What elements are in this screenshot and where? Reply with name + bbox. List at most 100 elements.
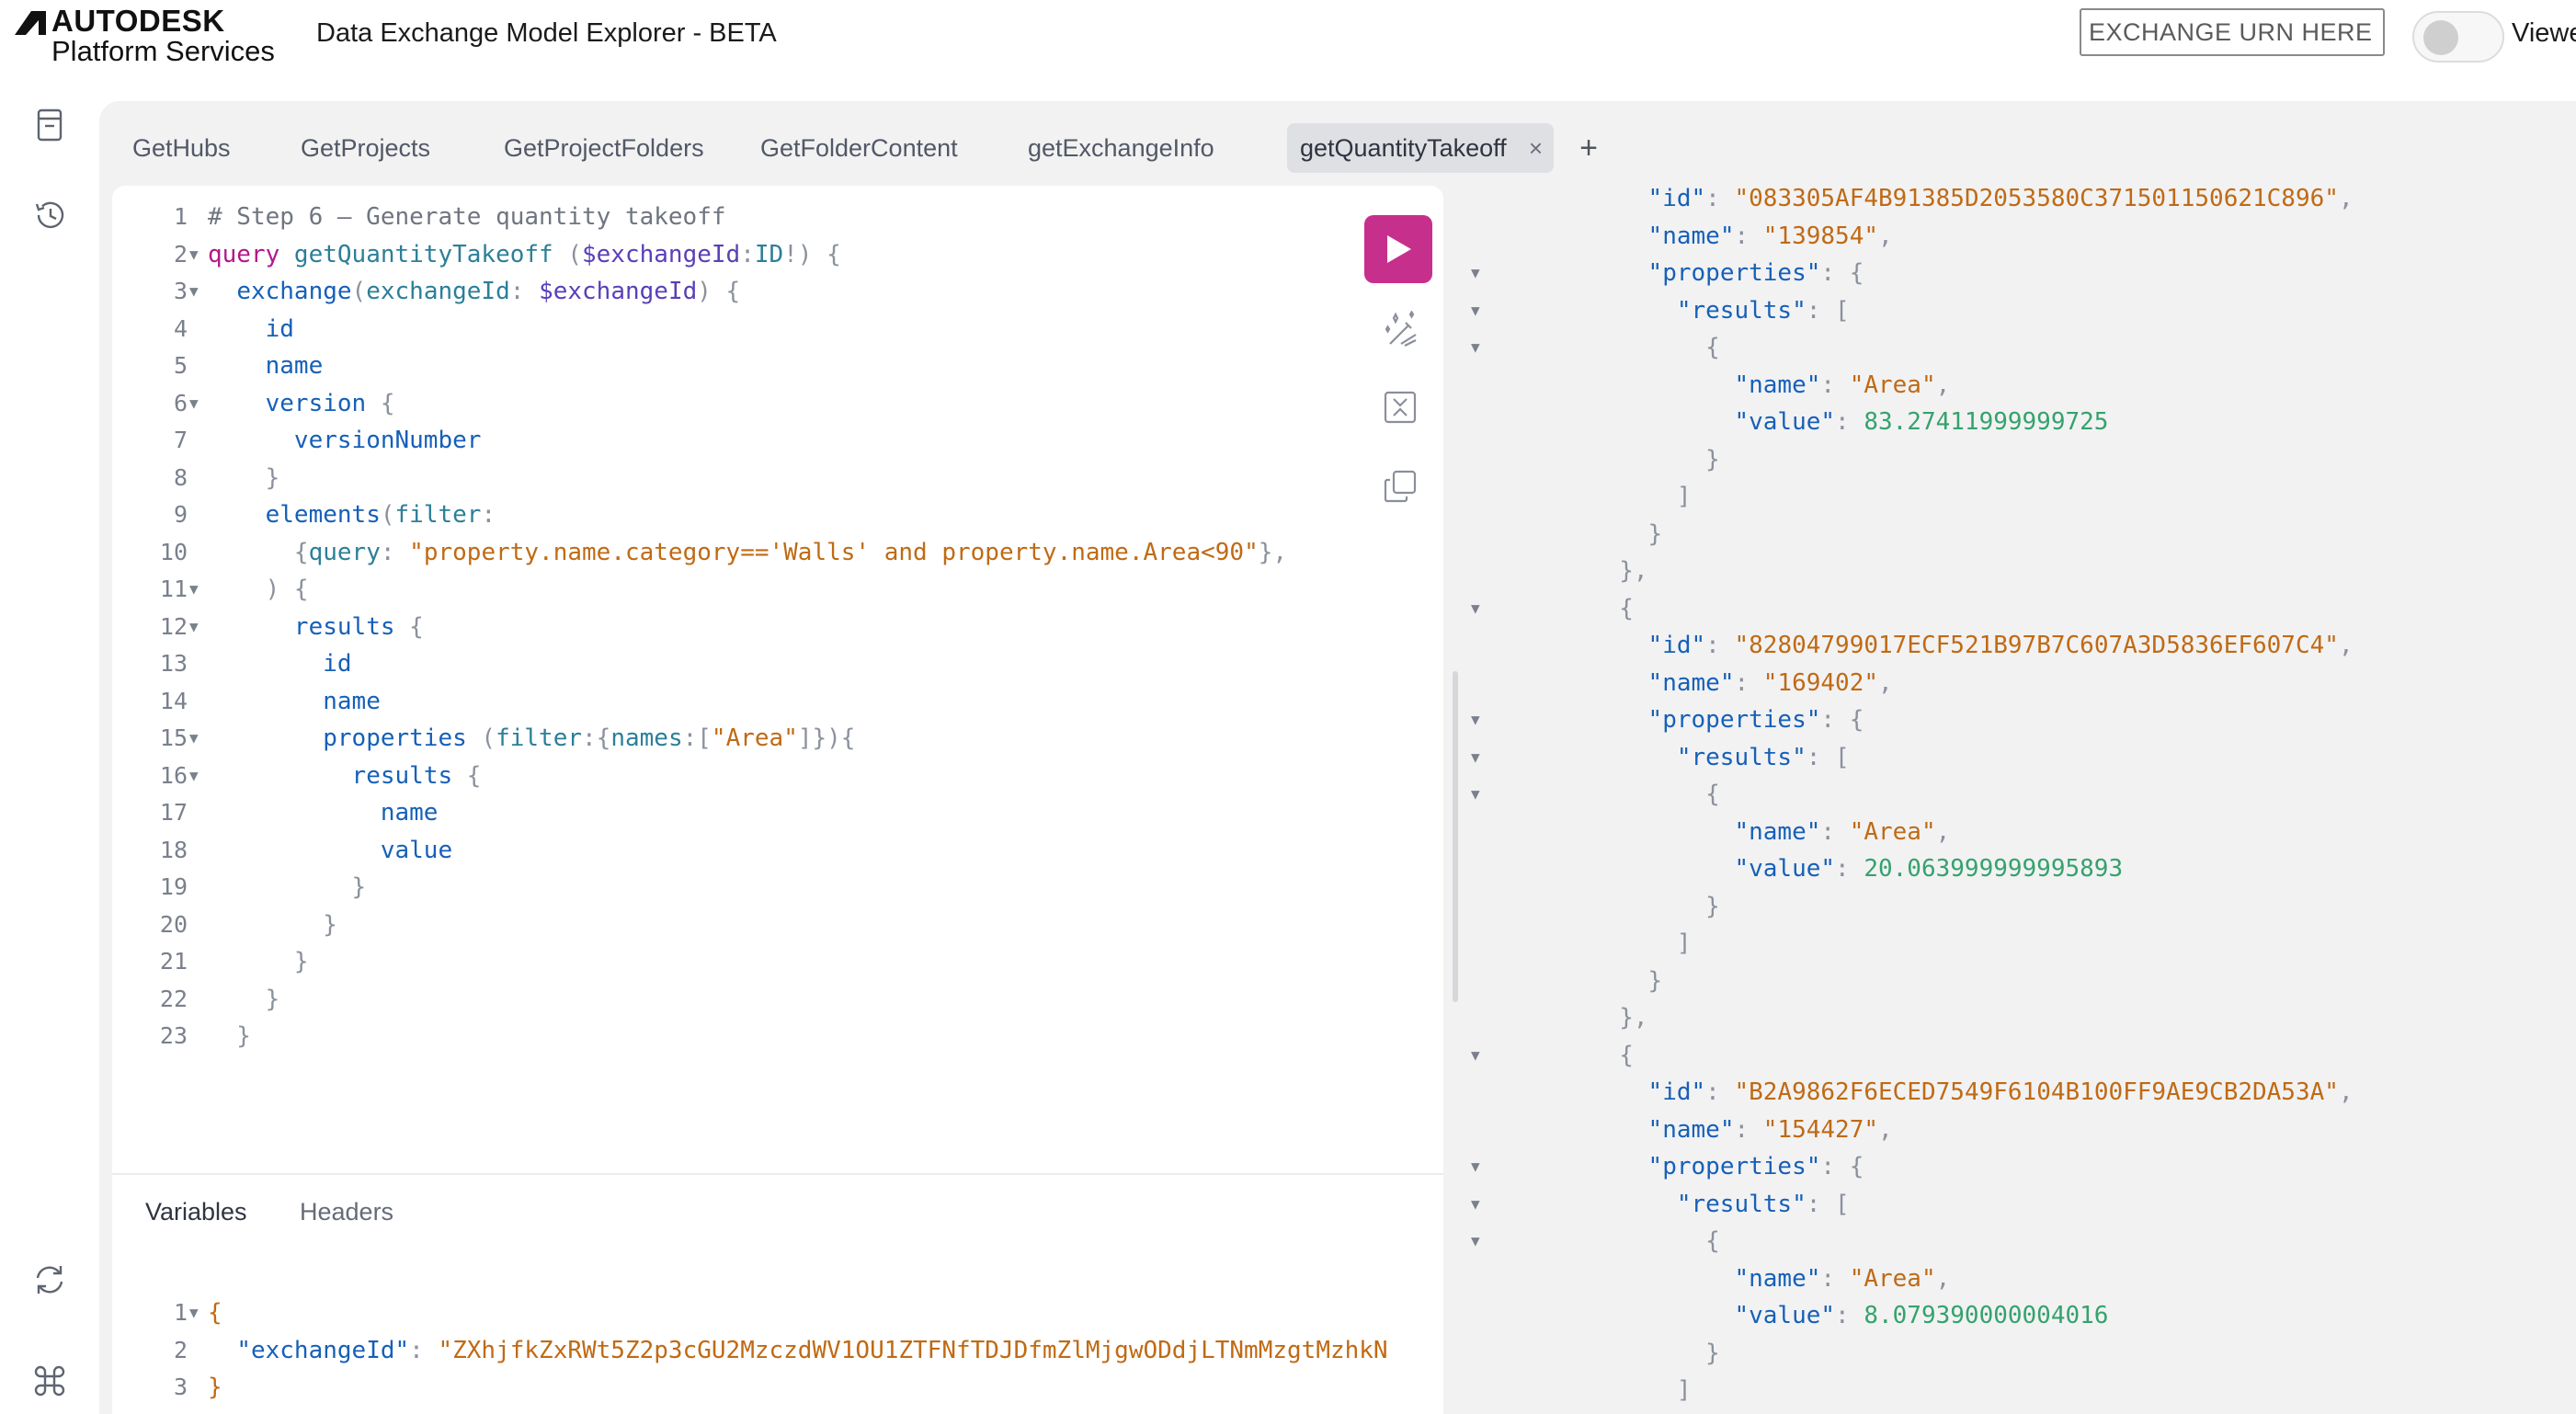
fold-toggle-icon[interactable]: ▼	[189, 236, 208, 274]
code-token: "B2A9862F6ECED7549F6104B100FF9AE9CB2DA53…	[1734, 1078, 2339, 1106]
line-text: versionNumber	[208, 422, 482, 460]
code-token: "id"	[1647, 1078, 1706, 1106]
code-line: 19 }	[112, 869, 1307, 907]
line-number: 4	[173, 314, 188, 342]
tab-getfoldercontent[interactable]: GetFolderContent	[747, 123, 971, 173]
result-line: }	[1471, 888, 2574, 926]
fold-toggle-icon[interactable]: ▼	[1471, 701, 1489, 739]
line-text: "properties": {	[1504, 701, 1864, 739]
code-token: "results"	[1676, 1190, 1807, 1218]
line-text: results {	[208, 609, 424, 646]
line-text: properties (filter:{names:["Area"]}){	[208, 720, 855, 758]
code-token: },	[1504, 1004, 1648, 1032]
refresh-icon[interactable]	[31, 1261, 68, 1298]
line-text: "properties": {	[1504, 255, 1864, 292]
result-line: "value": 8.079390000004016	[1471, 1297, 2574, 1335]
line-text: ]	[1504, 478, 1692, 516]
code-token: }	[208, 1374, 222, 1401]
tab-label: getQuantityTakeoff	[1300, 134, 1507, 162]
code-token: }	[1504, 519, 1663, 548]
merge-fragments-button[interactable]	[1381, 388, 1419, 427]
tab-variables[interactable]: Variables	[145, 1184, 247, 1239]
result-line: "name": "Area",	[1471, 1260, 2574, 1298]
fold-toggle-icon[interactable]: ▼	[189, 720, 208, 758]
run-query-button[interactable]	[1364, 215, 1432, 283]
document-icon[interactable]	[31, 107, 68, 143]
code-token: },	[1258, 538, 1288, 566]
result-line: }	[1471, 1335, 2574, 1373]
line-text: }	[208, 869, 367, 907]
fold-toggle-icon[interactable]: ▼	[1471, 1148, 1489, 1186]
fold-toggle-icon[interactable]: ▼	[189, 1294, 208, 1332]
code-token: :	[1705, 185, 1735, 212]
fold-toggle-icon[interactable]: ▼	[189, 385, 208, 423]
code-line: 18 value	[112, 832, 1307, 870]
history-icon[interactable]	[31, 197, 68, 234]
code-token: results	[293, 612, 395, 641]
code-token: "properties"	[1647, 1153, 1821, 1180]
fold-toggle-icon[interactable]: ▼	[1471, 776, 1489, 814]
result-line: },	[1471, 553, 2574, 590]
code-token: name	[323, 687, 381, 715]
code-token: :	[1820, 1264, 1850, 1293]
fold-toggle-icon[interactable]: ▼	[1471, 255, 1489, 292]
command-icon[interactable]	[31, 1363, 68, 1399]
query-editor[interactable]: 1 # Step 6 – Generate quantity takeoff 2 ▼ q…	[112, 199, 1307, 1055]
result-line: }	[1471, 963, 2574, 1000]
fold-toggle-icon[interactable]: ▼	[1471, 1223, 1489, 1260]
line-text: "name": "169402",	[1504, 665, 1893, 702]
add-tab-button[interactable]: +	[1570, 123, 1607, 173]
code-token: "id"	[1647, 185, 1706, 212]
tab-gethubs[interactable]: GetHubs	[120, 123, 244, 173]
prettify-button[interactable]	[1381, 310, 1419, 349]
fold-toggle-icon[interactable]: ▼	[1471, 1037, 1489, 1075]
code-line: 7 versionNumber	[112, 422, 1307, 460]
code-token: 20.063999999995893	[1864, 855, 2124, 883]
exchange-urn-input[interactable]	[2080, 8, 2385, 56]
code-line: 9 elements(filter:	[112, 496, 1307, 534]
fold-toggle-icon[interactable]: ▼	[189, 571, 208, 609]
fold-toggle-icon[interactable]: ▼	[189, 609, 208, 646]
tab-headers[interactable]: Headers	[300, 1184, 393, 1239]
code-token: "Area"	[1849, 817, 1936, 846]
line-text: }	[1504, 1335, 1720, 1373]
pane-resize-handle[interactable]	[1453, 671, 1458, 1002]
code-token: :	[1820, 371, 1850, 399]
tab-getprojectfolders[interactable]: GetProjectFolders	[491, 123, 717, 173]
tab-getquantitytakeoff[interactable]: getQuantityTakeoff ×	[1287, 123, 1554, 173]
result-line: }	[1471, 441, 2574, 479]
code-line: 11 ▼ ) {	[112, 571, 1307, 609]
fold-toggle-icon[interactable]: ▼	[1471, 739, 1489, 777]
viewer-toggle[interactable]	[2412, 11, 2504, 63]
fold-toggle-icon[interactable]: ▼	[1471, 292, 1489, 330]
copy-query-button[interactable]	[1381, 467, 1419, 506]
line-number: 7	[173, 427, 188, 453]
result-line: ]	[1471, 1372, 2574, 1409]
fold-toggle-icon[interactable]: ▼	[1471, 590, 1489, 628]
line-text: "id": "82804799017ECF521B97B7C607A3D5836…	[1504, 627, 2354, 665]
code-token: name	[265, 352, 324, 380]
tab-getprojects[interactable]: GetProjects	[288, 123, 443, 173]
result-line: ▼ {	[1471, 590, 2574, 628]
code-token: "Area"	[711, 724, 798, 752]
fold-toggle-icon[interactable]: ▼	[1471, 1186, 1489, 1224]
code-token: ,	[1878, 222, 1893, 250]
fold-toggle-icon[interactable]: ▼	[1471, 329, 1489, 367]
result-line: ▼ "results": [	[1471, 739, 2574, 777]
close-icon[interactable]: ×	[1529, 123, 1543, 173]
variables-editor[interactable]: 1 ▼{2 "exchangeId": "ZXhjfkZxRWt5Z2p3cGU2…	[112, 1294, 1436, 1407]
code-token: !) {	[783, 240, 841, 268]
tab-getexchangeinfo[interactable]: getExchangeInfo	[1015, 123, 1227, 173]
code-token: results	[351, 761, 453, 790]
fold-toggle-icon[interactable]: ▼	[189, 273, 208, 311]
code-token: {	[1504, 1227, 1720, 1255]
fold-toggle-icon[interactable]: ▼	[189, 758, 208, 795]
code-token: :	[380, 538, 410, 566]
